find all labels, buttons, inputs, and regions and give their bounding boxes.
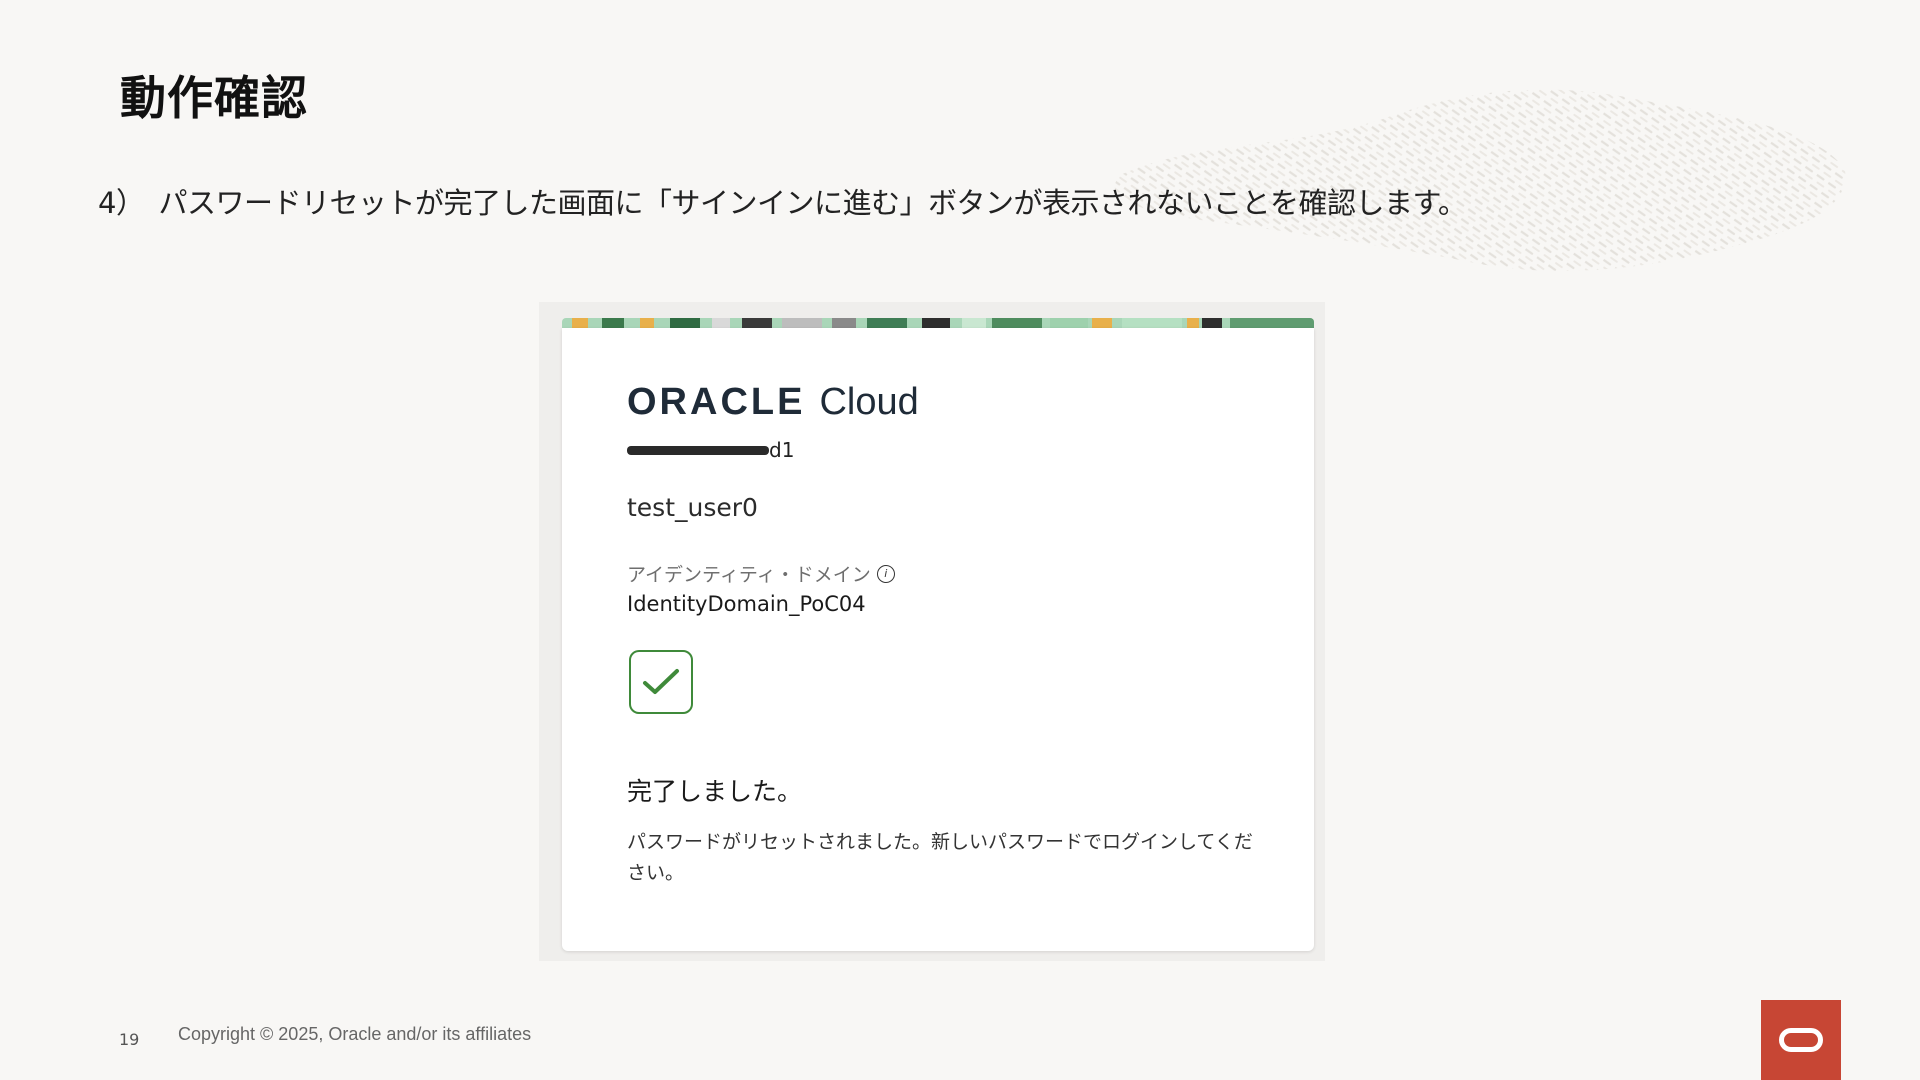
oracle-cloud-logo: ORACLE Cloud [627, 380, 919, 424]
tenant-name: d1 [627, 438, 794, 462]
password-reset-card: ORACLE Cloud d1 test_user0 アイデンティティ・ドメイン… [562, 328, 1314, 951]
oracle-ring-icon [1779, 1028, 1823, 1052]
completion-title: 完了しました。 [627, 777, 803, 806]
oracle-logo [1761, 1000, 1841, 1080]
checkmark-icon [629, 650, 693, 714]
brand-oracle-text: ORACLE [627, 380, 806, 423]
domain-value: IdentityDomain_PoC04 [627, 592, 866, 616]
brand-cloud-text: Cloud [819, 380, 919, 423]
tenant-suffix: d1 [769, 438, 795, 462]
domain-label-text: アイデンティティ・ドメイン [627, 564, 871, 586]
redaction-bar [627, 446, 769, 455]
info-icon[interactable]: i [876, 564, 895, 583]
page-number: 19 [119, 1030, 140, 1049]
slide-title: 動作確認 [120, 71, 308, 125]
instruction-text: 4） パスワードリセットが完了した画面に「サインインに進む」ボタンが表示されない… [98, 186, 1467, 220]
user-name: test_user0 [627, 493, 758, 522]
domain-label: アイデンティティ・ドメイン i [627, 560, 895, 587]
copyright-text: Copyright © 2025, Oracle and/or its affi… [178, 1024, 532, 1044]
completion-message: パスワードがリセットされました。新しいパスワードでログインしてください。 [627, 831, 1253, 884]
